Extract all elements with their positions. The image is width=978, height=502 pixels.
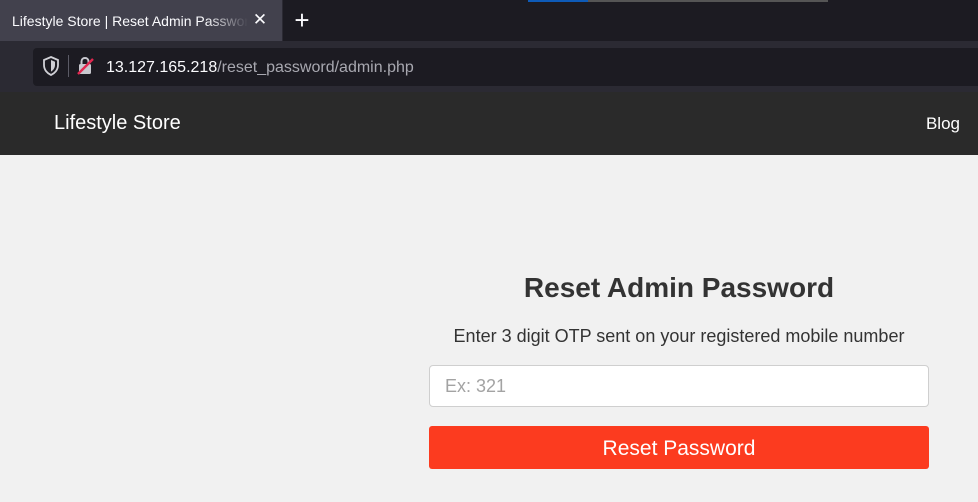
reset-password-button[interactable]: Reset Password xyxy=(429,426,929,469)
shield-icon[interactable] xyxy=(42,56,60,76)
url-text[interactable]: 13.127.165.218/reset_password/admin.php xyxy=(106,59,414,77)
page-title: Reset Admin Password xyxy=(523,272,835,303)
browser-tab-bar: Lifestyle Store | Reset Admin Password ✕… xyxy=(0,0,978,41)
otp-input[interactable] xyxy=(429,365,929,407)
reset-password-panel: Reset Admin Password Enter 3 digit OTP s… xyxy=(429,270,929,469)
tab-bar-accent xyxy=(528,0,588,2)
tab-title: Lifestyle Store | Reset Admin Password xyxy=(12,13,248,29)
brand-logo-text[interactable]: Lifestyle Store xyxy=(54,112,181,135)
url-host: 13.127.165.218 xyxy=(106,59,218,76)
tab-bar-edge xyxy=(588,0,828,2)
new-tab-icon[interactable]: + xyxy=(290,7,314,33)
close-tab-icon[interactable]: ✕ xyxy=(251,10,269,30)
nav-link-blog[interactable]: Blog xyxy=(926,114,960,134)
url-separator xyxy=(68,55,69,77)
otp-instructions: Enter 3 digit OTP sent on your registere… xyxy=(453,326,905,346)
browser-tab-active[interactable]: Lifestyle Store | Reset Admin Password ✕ xyxy=(0,0,283,41)
insecure-lock-icon[interactable] xyxy=(76,56,96,76)
url-path: /reset_password/admin.php xyxy=(217,59,414,76)
